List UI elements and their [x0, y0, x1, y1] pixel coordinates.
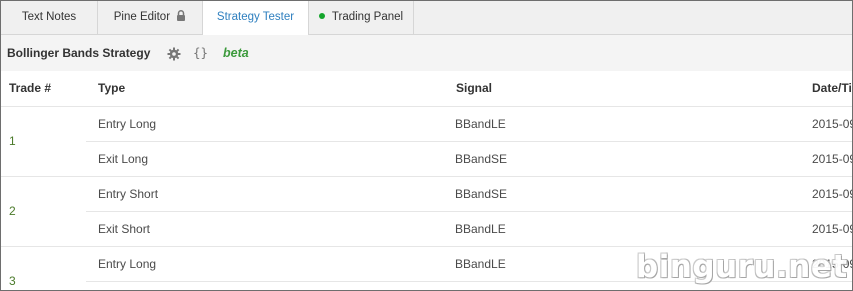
- row-divider: [86, 211, 852, 212]
- gear-icon[interactable]: [167, 47, 181, 64]
- trade-number: 2: [9, 204, 16, 218]
- row-divider: [86, 141, 852, 142]
- trade-date: 2015-09: [812, 187, 853, 201]
- bottom-panel-tabs: Text Notes Pine Editor Strategy Tester T…: [1, 1, 852, 35]
- trade-divider: [1, 176, 852, 177]
- status-dot-icon: [318, 13, 325, 19]
- tab-text-notes[interactable]: Text Notes: [1, 1, 98, 34]
- trade-signal: BBandLE: [455, 257, 506, 271]
- tab-strategy-tester[interactable]: Strategy Tester: [203, 1, 309, 35]
- trade-date: 2015-09: [812, 152, 853, 166]
- watermark: binguru.net: [636, 249, 848, 285]
- column-header-trade[interactable]: Trade #: [9, 81, 51, 95]
- tab-label: Text Notes: [21, 11, 77, 23]
- lock-icon: [176, 2, 186, 34]
- trade-type: Entry Long: [98, 257, 157, 271]
- strategy-name: Bollinger Bands Strategy: [7, 46, 151, 60]
- trade-number: 1: [9, 134, 16, 148]
- strategy-toolbar: Bollinger Bands Strategy {} beta: [1, 35, 852, 71]
- trade-date: 2015-09: [812, 222, 853, 236]
- tab-label: Trading Panel: [331, 11, 404, 23]
- tab-trading-panel[interactable]: Trading Panel: [309, 1, 414, 34]
- trade-type: Exit Short: [98, 222, 151, 236]
- column-header-signal[interactable]: Signal: [456, 81, 492, 95]
- header-divider: [1, 106, 852, 107]
- tab-label: Strategy Tester: [216, 11, 295, 23]
- trade-signal: BBandSE: [455, 187, 508, 201]
- trade-type: Exit Long: [98, 152, 149, 166]
- strategy-tester-panel: Text Notes Pine Editor Strategy Tester T…: [0, 0, 853, 291]
- tab-label: Pine Editor: [113, 11, 171, 23]
- trade-type: Entry Long: [98, 117, 157, 131]
- trade-signal: BBandLE: [455, 222, 506, 236]
- trade-type: Entry Short: [98, 187, 159, 201]
- beta-badge: beta: [223, 46, 249, 60]
- trade-signal: BBandLE: [455, 117, 506, 131]
- source-code-icon[interactable]: {}: [193, 45, 208, 60]
- trade-divider: [1, 246, 852, 247]
- column-header-date-time[interactable]: Date/Ti: [812, 81, 852, 95]
- trade-date: 2015-09: [812, 117, 853, 131]
- column-header-type[interactable]: Type: [98, 81, 125, 95]
- trade-signal: BBandSE: [455, 152, 508, 166]
- tab-pine-editor[interactable]: Pine Editor: [98, 1, 203, 34]
- trade-number: 3: [9, 274, 16, 288]
